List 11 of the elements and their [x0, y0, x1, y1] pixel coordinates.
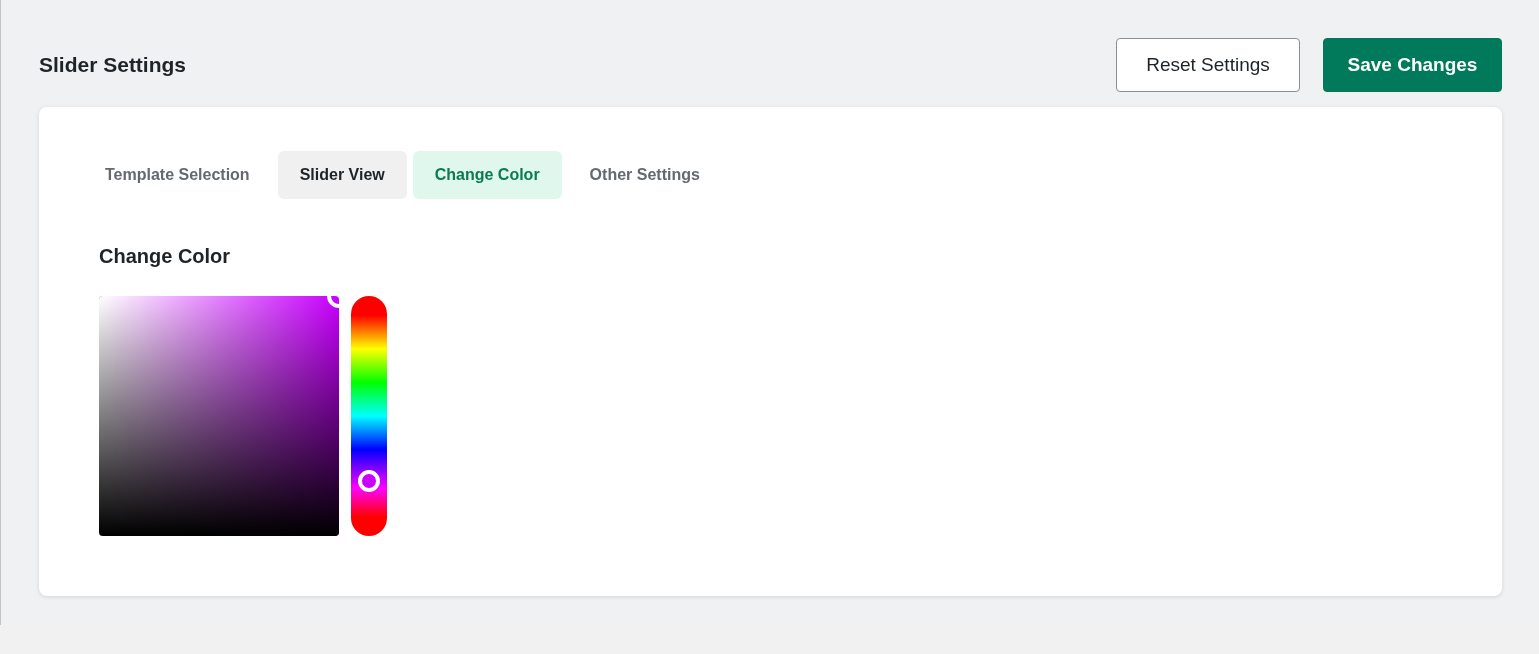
page-title: Slider Settings [39, 53, 188, 77]
save-button[interactable]: Save Changes [1323, 38, 1502, 92]
tab[interactable]: Other Settings [567, 151, 722, 199]
saturation-brightness-area[interactable] [99, 296, 339, 536]
section-heading: Change Color [99, 245, 232, 268]
hue-handle[interactable] [358, 469, 380, 492]
tab[interactable]: Slider View [277, 151, 407, 199]
reset-button[interactable]: Reset Settings [1116, 38, 1300, 92]
tab[interactable]: Template Selection [83, 151, 272, 199]
tab[interactable]: Change Color [412, 151, 562, 199]
hue-slider[interactable] [351, 296, 387, 536]
